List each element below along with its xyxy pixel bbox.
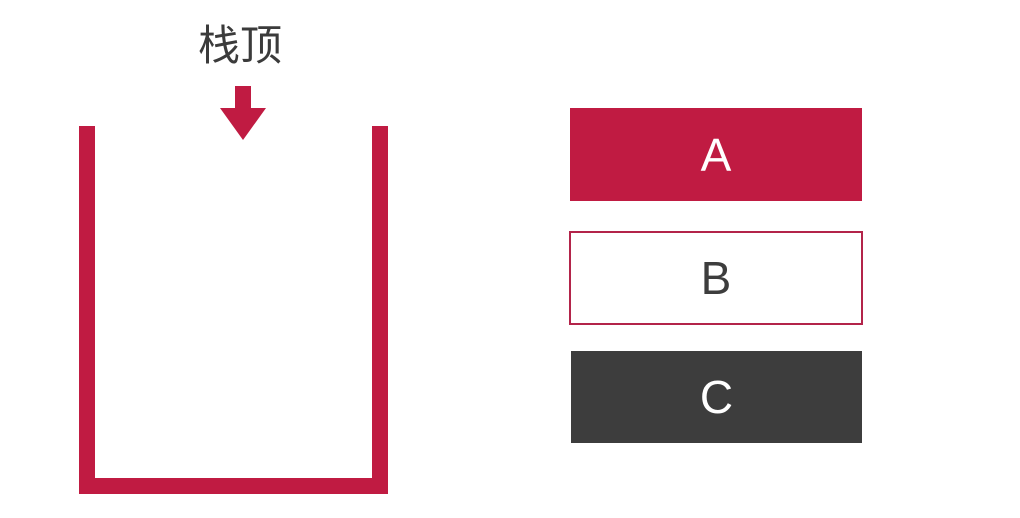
block-c: C <box>571 351 862 443</box>
stack-bottom <box>79 478 388 494</box>
stack-top-label: 栈顶 <box>197 21 282 70</box>
block-b-label: B <box>700 252 732 304</box>
block-a-label: A <box>700 128 732 181</box>
block-c-label: C <box>699 371 734 423</box>
down-arrow-shape <box>220 86 266 140</box>
stack-wall-right <box>372 126 388 494</box>
block-a: A <box>570 108 862 201</box>
block-b: B <box>569 231 863 325</box>
stack-wall-left <box>79 126 95 494</box>
down-arrow-icon <box>220 86 266 140</box>
